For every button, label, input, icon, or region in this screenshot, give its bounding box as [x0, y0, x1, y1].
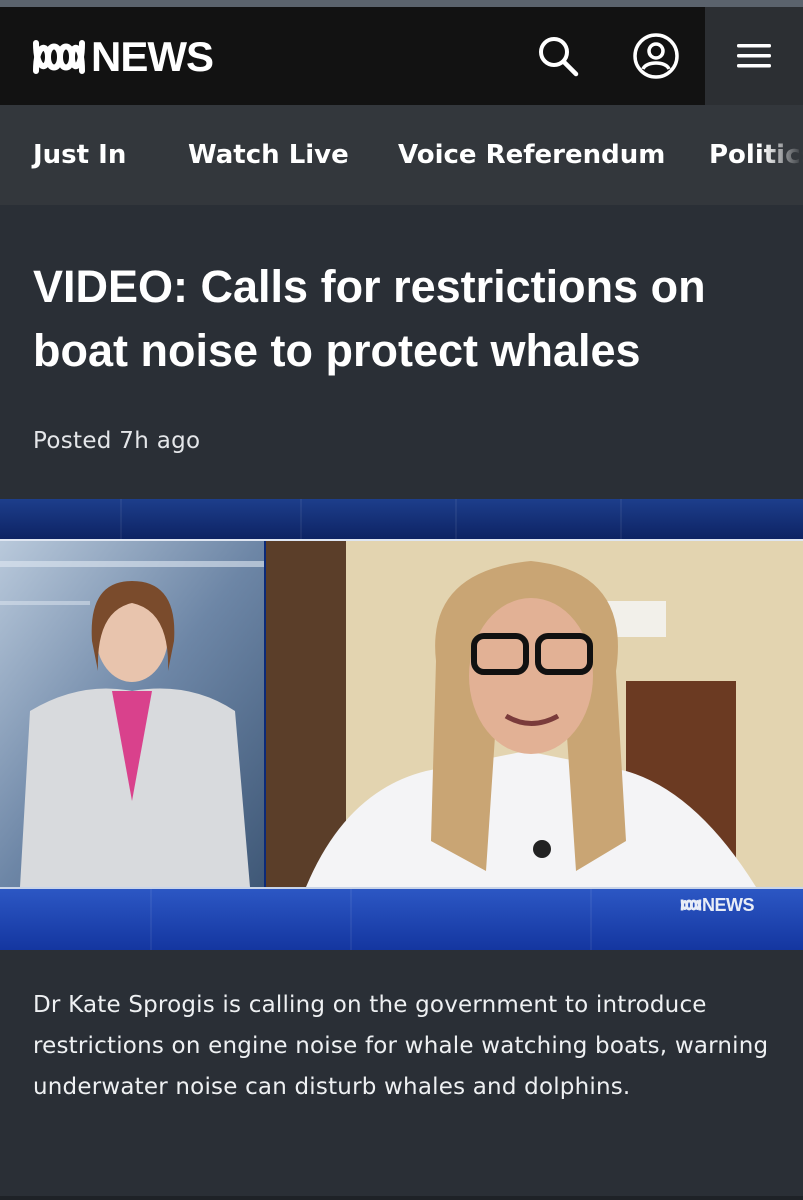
user-icon [633, 33, 679, 79]
abc-lissajous-icon [33, 40, 85, 74]
watermark-text: NEWS [702, 895, 755, 915]
nav-item-watch-live[interactable]: Watch Live [188, 105, 349, 205]
presenter-image [0, 541, 264, 887]
video-player[interactable]: NEWS [0, 499, 803, 950]
section-nav: Just In Watch Live Voice Referendum Poli… [0, 105, 803, 205]
logo-wordmark: NEWS [91, 33, 214, 80]
hamburger-menu-icon [737, 44, 771, 68]
video-top-band [0, 499, 803, 539]
interviewee-image [266, 541, 803, 887]
search-icon [539, 37, 579, 77]
top-border [0, 0, 803, 7]
presenter-panel [0, 541, 264, 887]
posted-timestamp: Posted 7h ago [33, 428, 201, 454]
bottom-border [0, 1196, 803, 1200]
article-summary: Dr Kate Sprogis is calling on the govern… [33, 992, 769, 1100]
menu-button[interactable] [705, 7, 803, 105]
nav-item-voice-referendum[interactable]: Voice Referendum [398, 105, 665, 205]
abc-news-logo[interactable]: NEWS [33, 33, 214, 80]
site-header: NEWS [0, 7, 803, 105]
nav-item-just-in[interactable]: Just In [33, 105, 126, 205]
abc-lissajous-small-icon [680, 899, 702, 911]
account-button[interactable] [618, 7, 694, 105]
interviewee-panel [266, 541, 803, 887]
search-button[interactable] [520, 7, 596, 105]
article-title: VIDEO: Calls for restrictions on boat no… [33, 261, 706, 376]
nav-scroll-fade [763, 105, 803, 205]
abc-news-watermark: NEWS [680, 895, 755, 916]
